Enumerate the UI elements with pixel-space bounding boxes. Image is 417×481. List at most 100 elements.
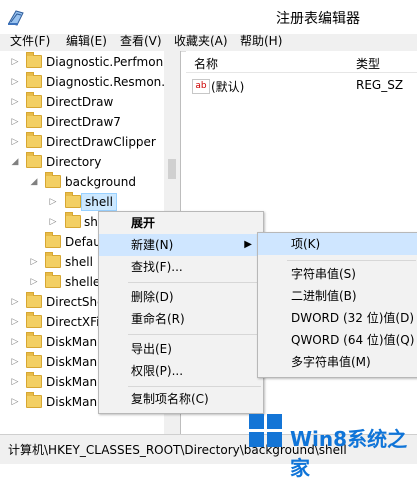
submenu-key[interactable]: 项(K) [258,233,417,255]
string-value-icon: ab [192,79,210,94]
expand-arrow-icon[interactable]: ▷ [29,255,39,269]
tree-label: DirectXFi [46,315,100,329]
collapse-arrow-icon[interactable]: ◢ [29,175,39,189]
expand-arrow-icon[interactable]: ▷ [10,375,20,389]
menu-permissions[interactable]: 权限(P)... [99,360,263,382]
folder-icon [26,72,42,88]
window-title: 注册表编辑器 [276,11,360,27]
menu-copy-key-name[interactable]: 复制项名称(C) [99,388,263,410]
menu-label: 新建(N) [131,238,174,252]
windows-logo-icon [249,414,283,448]
expand-arrow-icon[interactable]: ▷ [10,115,20,129]
tree-label: DiskMan [46,375,98,389]
menu-expand[interactable]: 展开 [99,212,263,234]
folder-icon [26,292,42,308]
menu-help[interactable]: 帮助(H) [240,34,282,51]
menu-label: 权限(P)... [131,364,184,378]
tree-item[interactable]: ◢ Directory [0,152,165,172]
menu-label: 重命名(R) [131,312,185,326]
expand-arrow-icon[interactable]: ▷ [10,75,20,89]
tree-label: Directory [46,155,102,169]
folder-icon [26,392,42,408]
tree-item[interactable]: ◢ background [0,172,165,192]
expand-arrow-icon[interactable]: ▷ [10,355,20,369]
folder-icon [45,232,61,248]
registry-value-row[interactable]: ab (默认) REG_SZ [186,75,417,97]
expand-arrow-icon[interactable]: ▷ [10,395,20,409]
submenu-qword-value[interactable]: QWORD (64 位)值(Q) [258,329,417,351]
tree-item[interactable]: ▷ DirectDraw7 [0,112,165,132]
collapse-arrow-icon[interactable]: ◢ [10,155,20,169]
folder-icon [26,372,42,388]
menu-bar: 文件(F) 编辑(E) 查看(V) 收藏夹(A) 帮助(H) [0,34,417,52]
menu-label: QWORD (64 位)值(Q) [291,333,415,347]
new-submenu: 项(K) 字符串值(S) 二进制值(B) DWORD (32 位)值(D) QW… [257,232,417,378]
expand-arrow-icon[interactable]: ▷ [48,215,58,229]
tree-label: DirectSho [46,295,105,309]
menu-label: 复制项名称(C) [131,392,209,406]
tree-item[interactable]: ▷ DirectDrawClipper [0,132,165,152]
expand-arrow-icon[interactable]: ▷ [10,135,20,149]
submenu-string-value[interactable]: 字符串值(S) [258,263,417,285]
tree-item[interactable]: ▷ DirectDraw [0,92,165,112]
tree-label: DiskMan [46,395,98,409]
tree-item[interactable]: ▷ Diagnostic.Perfmon. [0,52,167,72]
menu-find[interactable]: 查找(F)... [99,256,263,278]
menu-label: 查找(F)... [131,260,183,274]
expand-arrow-icon[interactable]: ▷ [10,55,20,69]
tree-label: background [65,175,136,189]
folder-icon [26,132,42,148]
tree-item[interactable]: ▷ Diagnostic.Resmon.C [0,72,173,92]
menu-file[interactable]: 文件(F) [10,34,50,51]
menu-rename[interactable]: 重命名(R) [99,308,263,330]
folder-icon [65,192,81,208]
expand-arrow-icon[interactable]: ▷ [10,95,20,109]
menu-label: 项(K) [291,237,321,251]
tree-item-selected[interactable]: ▷ shell [0,192,165,212]
menu-label: 展开 [131,216,156,230]
menu-separator [128,386,261,387]
title-bar: 注册表编辑器 [0,0,417,34]
menu-label: DWORD (32 位)值(D) [291,311,414,325]
menu-label: 二进制值(B) [291,289,357,303]
expand-arrow-icon[interactable]: ▷ [29,275,39,289]
value-type: REG_SZ [356,78,404,92]
folder-icon [45,172,61,188]
context-menu: 展开 新建(N) ▶ 查找(F)... 删除(D) 重命名(R) 导出(E) 权限… [98,211,264,414]
submenu-dword-value[interactable]: DWORD (32 位)值(D) [258,307,417,329]
header-divider [186,72,417,73]
submenu-binary-value[interactable]: 二进制值(B) [258,285,417,307]
expand-arrow-icon[interactable]: ▷ [10,315,20,329]
menu-edit[interactable]: 编辑(E) [66,34,107,51]
menu-label: 多字符串值(M) [291,355,371,369]
menu-separator [128,282,261,283]
name-column-header[interactable]: 名称 [194,55,218,72]
menu-label: 导出(E) [131,342,172,356]
tree-label: DirectDrawClipper [46,135,156,149]
tree-label: shell [81,193,117,211]
folder-icon [26,152,42,168]
menu-new[interactable]: 新建(N) ▶ [99,234,263,256]
folder-icon [45,272,61,288]
expand-arrow-icon[interactable]: ▷ [48,195,58,209]
value-name: (默认) [211,80,245,94]
menu-separator [287,260,416,261]
type-column-header[interactable]: 类型 [356,55,380,72]
tree-label: sh [84,215,98,229]
expand-arrow-icon[interactable]: ▷ [10,295,20,309]
tree-label: DiskMan [46,355,98,369]
folder-icon [45,252,61,268]
tree-label: DiskMan [46,335,98,349]
submenu-multistring-value[interactable]: 多字符串值(M) [258,351,417,373]
expand-arrow-icon[interactable]: ▷ [10,335,20,349]
submenu-arrow-icon: ▶ [244,239,252,250]
folder-icon [65,212,81,228]
scrollbar-thumb[interactable] [168,159,176,179]
menu-export[interactable]: 导出(E) [99,338,263,360]
menu-favorites[interactable]: 收藏夹(A) [174,34,228,51]
menu-view[interactable]: 查看(V) [120,34,162,51]
menu-delete[interactable]: 删除(D) [99,286,263,308]
watermark-text: Win8系统之家 [290,427,408,480]
tree-label: shell [65,255,93,269]
folder-icon [26,52,42,68]
